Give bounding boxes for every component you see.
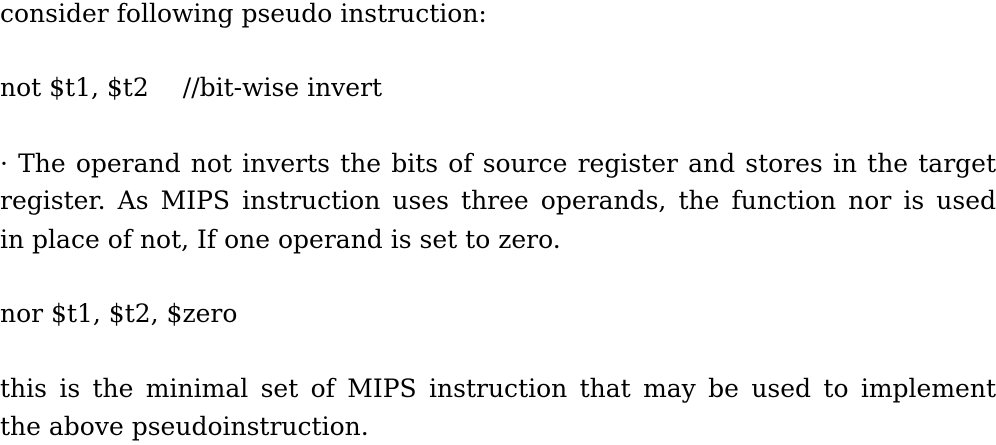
- conclusion-line-2: the above pseudoinstruction.: [0, 412, 369, 441]
- explanation-line-1: · The operand not inverts the bits of so…: [0, 149, 996, 178]
- answer-document: consider following pseudo instruction: n…: [0, 0, 996, 442]
- explanation-line-2: register. As MIPS instruction uses three…: [0, 186, 996, 215]
- mips-instruction: nor $t1, $t2, $zero: [0, 299, 238, 328]
- pseudo-instruction-code: not $t1, $t2: [0, 73, 149, 102]
- intro-text: consider following pseudo instruction:: [0, 0, 487, 28]
- pseudo-instruction-comment: //bit-wise invert: [182, 73, 383, 102]
- pseudo-instruction-line: not $t1, $t2 //bit-wise invert: [0, 70, 996, 106]
- conclusion-line-1: this is the minimal set of MIPS instruct…: [0, 374, 996, 403]
- explanation-line-3: in place of not, If one operand is set t…: [0, 225, 561, 254]
